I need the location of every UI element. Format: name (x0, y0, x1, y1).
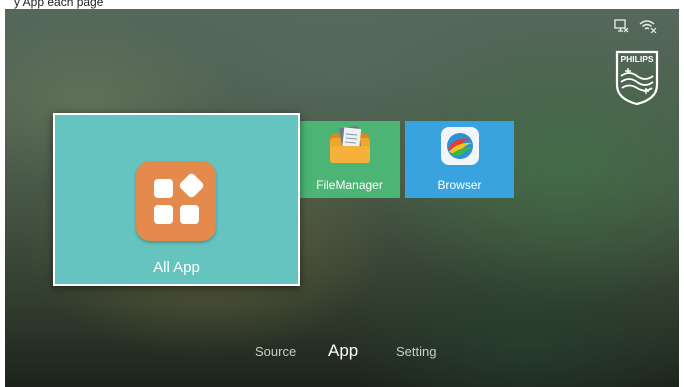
tile-all-app-label: All App (153, 259, 200, 276)
browser-globe-icon (441, 127, 479, 165)
bottom-nav: Source App Setting (5, 340, 679, 364)
tile-file-manager-label: FileManager (316, 178, 383, 192)
tile-browser-label: Browser (437, 178, 482, 192)
folder-document-icon (330, 126, 370, 163)
nav-item-app[interactable]: App (328, 339, 358, 363)
status-bar (613, 19, 657, 33)
tile-all-app[interactable]: All App (53, 113, 300, 286)
philips-logo: PHILIPS (615, 50, 659, 105)
top-caption-cropped: y App each page (0, 0, 684, 9)
tile-file-manager[interactable]: FileManager (299, 121, 400, 198)
nav-item-setting[interactable]: Setting (396, 340, 436, 364)
apps-grid-icon (136, 161, 216, 241)
network-icon (613, 19, 629, 33)
svg-text:PHILIPS: PHILIPS (620, 54, 653, 64)
tile-browser[interactable]: Browser (405, 121, 514, 198)
caption-text: y App each page (14, 0, 104, 9)
wifi-disconnected-icon (639, 19, 657, 33)
nav-item-source[interactable]: Source (255, 340, 296, 364)
launcher-screen: PHILIPS FileManager Browser All App Sour… (5, 9, 679, 387)
